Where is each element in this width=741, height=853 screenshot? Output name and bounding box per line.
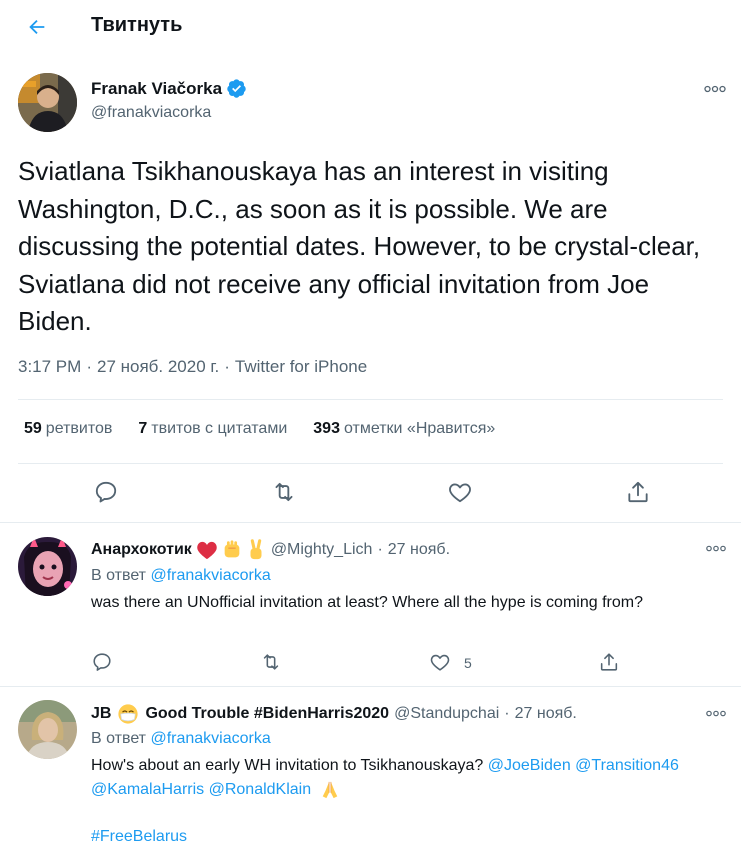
- avatar-image: [18, 73, 77, 132]
- divider: [0, 522, 741, 523]
- like-icon: [449, 483, 471, 503]
- tweet-time[interactable]: 3:17 PM: [18, 357, 81, 377]
- tweet-timestamp: 3:17 PM · 27 нояб. 2020 г. · Twitter for…: [18, 357, 367, 377]
- meta-separator: ·: [86, 357, 92, 376]
- reply-button[interactable]: [90, 476, 122, 508]
- more-options-button[interactable]: [703, 706, 729, 720]
- retweets-label: ретвитов: [45, 420, 113, 437]
- tweet-text: Sviatlana Tsikhanouskaya has an interest…: [18, 156, 701, 336]
- tweet-source[interactable]: Twitter for iPhone: [235, 357, 367, 377]
- back-button[interactable]: [18, 8, 56, 46]
- retweets-count: 59: [24, 420, 42, 437]
- hashtag-line: #FreeBelarus: [91, 825, 711, 849]
- share-icon: [628, 481, 648, 503]
- avatar[interactable]: [18, 700, 77, 759]
- folded-hands-emoji: [322, 781, 337, 798]
- divider: [0, 686, 741, 687]
- reply-context: В ответ @franakviacorka: [91, 567, 271, 585]
- like-button[interactable]: [444, 476, 476, 508]
- likes-stat[interactable]: 393 отметки «Нравится»: [313, 420, 495, 438]
- retweet-icon: [263, 654, 279, 670]
- quotes-stat[interactable]: 7 твитов с цитатами: [138, 420, 287, 438]
- heart-emoji: [197, 541, 217, 560]
- fist-emoji: [224, 540, 240, 558]
- reply-author-name-prefix[interactable]: JB: [91, 705, 111, 723]
- top-bar: Твитнуть: [0, 0, 741, 53]
- quotes-label: твитов с цитатами: [151, 420, 288, 437]
- retweet-icon: [275, 482, 293, 502]
- reply-context: В ответ @franakviacorka: [91, 730, 271, 748]
- reply-to-mention[interactable]: @franakviacorka: [150, 567, 270, 584]
- reply-to-label: В ответ: [91, 567, 147, 584]
- mask-face-emoji: [118, 704, 139, 724]
- hashtag-link[interactable]: #FreeBelarus: [91, 828, 187, 845]
- reply-icon: [93, 653, 111, 671]
- like-count: 5: [464, 655, 472, 671]
- retweet-button[interactable]: [268, 476, 300, 508]
- meta-separator: ·: [377, 541, 383, 558]
- reply-time[interactable]: 27 нояб.: [388, 541, 450, 559]
- likes-count: 393: [313, 420, 340, 437]
- share-button[interactable]: [596, 649, 622, 675]
- reply-header: Анархокотик @Mighty_Lich · 27 нояб.: [91, 539, 450, 561]
- author-name-text: Franak Viačorka: [91, 78, 223, 98]
- mention-link[interactable]: @JoeBiden: [488, 757, 571, 774]
- reply-text: was there an UNofficial invitation at le…: [91, 594, 643, 611]
- reply-button[interactable]: [89, 649, 115, 675]
- likes-label: отметки «Нравится»: [343, 420, 496, 437]
- tweet-date[interactable]: 27 нояб. 2020 г.: [97, 357, 219, 377]
- reply-icon: [95, 481, 117, 503]
- avatar-image: [18, 700, 77, 759]
- more-icon: [706, 710, 726, 716]
- tweet-actions: [0, 476, 741, 510]
- more-options-button[interactable]: [703, 541, 729, 555]
- back-arrow-icon: [29, 19, 45, 35]
- mention-link[interactable]: @RonaldKlain: [209, 781, 312, 798]
- reply-text: How's about an early WH invitation to Ts…: [91, 754, 711, 802]
- retweets-stat[interactable]: 59 ретвитов: [24, 420, 112, 438]
- reply-header: JB Good Trouble #BidenHarris2020 @Standu…: [91, 703, 577, 725]
- meta-separator: ·: [224, 357, 230, 376]
- mention-link[interactable]: @KamalaHarris: [91, 781, 204, 798]
- verified-badge-icon: [227, 79, 246, 98]
- reply-to-mention[interactable]: @franakviacorka: [150, 730, 270, 747]
- like-button[interactable]: [427, 649, 453, 675]
- share-button[interactable]: [622, 476, 654, 508]
- reply-time[interactable]: 27 нояб.: [515, 705, 577, 723]
- page-title: Твитнуть: [91, 14, 183, 36]
- tweet-stats: 59 ретвитов 7 твитов с цитатами 393 отметки…: [24, 420, 495, 438]
- more-options-button[interactable]: [700, 80, 730, 98]
- author-handle[interactable]: @franakviacorka: [91, 104, 211, 122]
- avatar-image: [18, 537, 77, 596]
- share-icon: [600, 653, 618, 671]
- more-icon: [704, 85, 726, 93]
- avatar[interactable]: [18, 73, 77, 132]
- reply-text-body: How's about an early WH invitation to Ts…: [91, 757, 484, 774]
- meta-separator: ·: [504, 705, 510, 722]
- mention-link[interactable]: @Transition46: [575, 757, 679, 774]
- reply-author-handle[interactable]: @Mighty_Lich: [271, 541, 373, 559]
- divider: [18, 399, 723, 400]
- avatar[interactable]: [18, 537, 77, 596]
- divider: [18, 463, 723, 464]
- more-icon: [706, 545, 726, 551]
- like-icon: [430, 654, 450, 671]
- victory-hand-emoji: [250, 539, 262, 560]
- reply-author-name[interactable]: Анархокотик: [91, 541, 192, 559]
- author-name[interactable]: Franak Viačorka: [91, 78, 247, 99]
- quotes-count: 7: [138, 420, 148, 437]
- reply-author-handle[interactable]: @Standupchai: [394, 705, 499, 723]
- reply-author-name[interactable]: Good Trouble #BidenHarris2020: [145, 705, 389, 723]
- reply-to-label: В ответ: [91, 730, 147, 747]
- retweet-button[interactable]: [258, 649, 284, 675]
